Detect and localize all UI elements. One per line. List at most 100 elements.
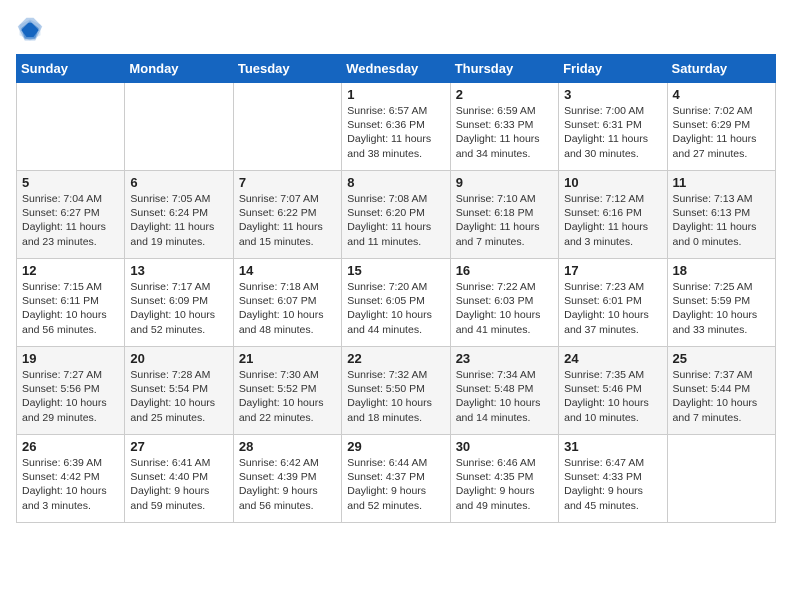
weekday-header: Thursday <box>450 55 558 83</box>
calendar-cell: 22 Sunrise: 7:32 AMSunset: 5:50 PMDayligh… <box>342 347 450 435</box>
day-details: Sunrise: 7:27 AMSunset: 5:56 PMDaylight:… <box>22 369 107 424</box>
day-details: Sunrise: 7:30 AMSunset: 5:52 PMDaylight:… <box>239 369 324 424</box>
day-number: 16 <box>456 263 553 278</box>
page-header <box>16 16 776 44</box>
calendar-cell: 15 Sunrise: 7:20 AMSunset: 6:05 PMDayligh… <box>342 259 450 347</box>
calendar-cell: 1Sunrise: 6:57 AMSunset: 6:36 PMDaylight… <box>342 83 450 171</box>
calendar-body: 1Sunrise: 6:57 AMSunset: 6:36 PMDaylight… <box>17 83 776 523</box>
day-number: 12 <box>22 263 119 278</box>
day-number: 11 <box>673 175 770 190</box>
calendar-header: SundayMondayTuesdayWednesdayThursdayFrid… <box>17 55 776 83</box>
day-number: 25 <box>673 351 770 366</box>
day-details: Sunrise: 7:37 AMSunset: 5:44 PMDaylight:… <box>673 369 758 424</box>
day-details: Sunrise: 6:59 AMSunset: 6:33 PMDaylight:… <box>456 105 540 160</box>
day-details: Sunrise: 7:10 AMSunset: 6:18 PMDaylight:… <box>456 193 540 248</box>
day-number: 7 <box>239 175 336 190</box>
calendar-cell: 10 Sunrise: 7:12 AMSunset: 6:16 PMDayligh… <box>559 171 667 259</box>
day-number: 19 <box>22 351 119 366</box>
calendar-cell: 27 Sunrise: 6:41 AMSunset: 4:40 PMDayligh… <box>125 435 233 523</box>
day-number: 27 <box>130 439 227 454</box>
weekday-header: Friday <box>559 55 667 83</box>
calendar-cell: 9 Sunrise: 7:10 AMSunset: 6:18 PMDaylight… <box>450 171 558 259</box>
day-details: Sunrise: 7:32 AMSunset: 5:50 PMDaylight:… <box>347 369 432 424</box>
day-number: 13 <box>130 263 227 278</box>
calendar-cell: 18 Sunrise: 7:25 AMSunset: 5:59 PMDayligh… <box>667 259 775 347</box>
day-number: 4 <box>673 87 770 102</box>
day-number: 23 <box>456 351 553 366</box>
day-details: Sunrise: 7:00 AMSunset: 6:31 PMDaylight:… <box>564 105 648 160</box>
calendar-week-row: 26 Sunrise: 6:39 AMSunset: 4:42 PMDayligh… <box>17 435 776 523</box>
day-details: Sunrise: 7:25 AMSunset: 5:59 PMDaylight:… <box>673 281 758 336</box>
day-number: 15 <box>347 263 444 278</box>
calendar-cell: 28Sunrise: 6:42 AMSunset: 4:39 PMDayligh… <box>233 435 341 523</box>
calendar-week-row: 19 Sunrise: 7:27 AMSunset: 5:56 PMDayligh… <box>17 347 776 435</box>
day-details: Sunrise: 7:17 AMSunset: 6:09 PMDaylight:… <box>130 281 215 336</box>
day-number: 5 <box>22 175 119 190</box>
day-number: 17 <box>564 263 661 278</box>
day-number: 28 <box>239 439 336 454</box>
day-details: Sunrise: 7:34 AMSunset: 5:48 PMDaylight:… <box>456 369 541 424</box>
weekday-header: Monday <box>125 55 233 83</box>
calendar-cell: 7 Sunrise: 7:07 AMSunset: 6:22 PMDaylight… <box>233 171 341 259</box>
calendar-cell: 13 Sunrise: 7:17 AMSunset: 6:09 PMDayligh… <box>125 259 233 347</box>
calendar-cell: 26 Sunrise: 6:39 AMSunset: 4:42 PMDayligh… <box>17 435 125 523</box>
calendar-cell: 12Sunrise: 7:15 AMSunset: 6:11 PMDayligh… <box>17 259 125 347</box>
day-number: 14 <box>239 263 336 278</box>
calendar-table: SundayMondayTuesdayWednesdayThursdayFrid… <box>16 54 776 523</box>
day-number: 26 <box>22 439 119 454</box>
calendar-cell: 29 Sunrise: 6:44 AMSunset: 4:37 PMDayligh… <box>342 435 450 523</box>
day-details: Sunrise: 7:02 AMSunset: 6:29 PMDaylight:… <box>673 105 757 160</box>
day-details: Sunrise: 6:41 AMSunset: 4:40 PMDaylight:… <box>130 457 210 512</box>
calendar-cell: 24 Sunrise: 7:35 AMSunset: 5:46 PMDayligh… <box>559 347 667 435</box>
day-number: 18 <box>673 263 770 278</box>
weekday-header: Saturday <box>667 55 775 83</box>
day-number: 30 <box>456 439 553 454</box>
calendar-cell: 3 Sunrise: 7:00 AMSunset: 6:31 PMDaylight… <box>559 83 667 171</box>
calendar-cell: 21 Sunrise: 7:30 AMSunset: 5:52 PMDayligh… <box>233 347 341 435</box>
day-number: 24 <box>564 351 661 366</box>
calendar-cell: 17 Sunrise: 7:23 AMSunset: 6:01 PMDayligh… <box>559 259 667 347</box>
day-details: Sunrise: 6:57 AMSunset: 6:36 PMDaylight:… <box>347 105 431 160</box>
calendar-cell: 5 Sunrise: 7:04 AMSunset: 6:27 PMDaylight… <box>17 171 125 259</box>
calendar-cell: 30 Sunrise: 6:46 AMSunset: 4:35 PMDayligh… <box>450 435 558 523</box>
day-details: Sunrise: 7:20 AMSunset: 6:05 PMDaylight:… <box>347 281 432 336</box>
day-number: 10 <box>564 175 661 190</box>
weekday-header: Wednesday <box>342 55 450 83</box>
calendar-cell: 4 Sunrise: 7:02 AMSunset: 6:29 PMDaylight… <box>667 83 775 171</box>
calendar-cell: 8Sunrise: 7:08 AMSunset: 6:20 PMDaylight… <box>342 171 450 259</box>
day-details: Sunrise: 7:07 AMSunset: 6:22 PMDaylight:… <box>239 193 323 248</box>
day-details: Sunrise: 6:46 AMSunset: 4:35 PMDaylight:… <box>456 457 536 512</box>
day-number: 3 <box>564 87 661 102</box>
day-details: Sunrise: 7:13 AMSunset: 6:13 PMDaylight:… <box>673 193 757 248</box>
day-details: Sunrise: 7:35 AMSunset: 5:46 PMDaylight:… <box>564 369 649 424</box>
day-details: Sunrise: 7:12 AMSunset: 6:16 PMDaylight:… <box>564 193 648 248</box>
day-details: Sunrise: 7:04 AMSunset: 6:27 PMDaylight:… <box>22 193 106 248</box>
calendar-week-row: 5 Sunrise: 7:04 AMSunset: 6:27 PMDaylight… <box>17 171 776 259</box>
logo-icon <box>16 16 44 44</box>
day-number: 6 <box>130 175 227 190</box>
day-number: 21 <box>239 351 336 366</box>
day-details: Sunrise: 7:05 AMSunset: 6:24 PMDaylight:… <box>130 193 214 248</box>
calendar-cell: 20Sunrise: 7:28 AMSunset: 5:54 PMDayligh… <box>125 347 233 435</box>
calendar-cell <box>125 83 233 171</box>
weekday-header: Sunday <box>17 55 125 83</box>
day-details: Sunrise: 6:47 AMSunset: 4:33 PMDaylight:… <box>564 457 644 512</box>
day-number: 9 <box>456 175 553 190</box>
calendar-cell: 14Sunrise: 7:18 AMSunset: 6:07 PMDayligh… <box>233 259 341 347</box>
calendar-cell: 6 Sunrise: 7:05 AMSunset: 6:24 PMDaylight… <box>125 171 233 259</box>
day-number: 2 <box>456 87 553 102</box>
calendar-cell <box>667 435 775 523</box>
calendar-cell: 31 Sunrise: 6:47 AMSunset: 4:33 PMDayligh… <box>559 435 667 523</box>
day-number: 31 <box>564 439 661 454</box>
day-number: 22 <box>347 351 444 366</box>
weekday-header: Tuesday <box>233 55 341 83</box>
logo <box>16 16 48 44</box>
calendar-cell: 19 Sunrise: 7:27 AMSunset: 5:56 PMDayligh… <box>17 347 125 435</box>
day-number: 29 <box>347 439 444 454</box>
day-details: Sunrise: 7:08 AMSunset: 6:20 PMDaylight:… <box>347 193 431 248</box>
calendar-cell: 25 Sunrise: 7:37 AMSunset: 5:44 PMDayligh… <box>667 347 775 435</box>
day-details: Sunrise: 6:39 AMSunset: 4:42 PMDaylight:… <box>22 457 107 512</box>
day-details: Sunrise: 7:23 AMSunset: 6:01 PMDaylight:… <box>564 281 649 336</box>
weekday-row: SundayMondayTuesdayWednesdayThursdayFrid… <box>17 55 776 83</box>
day-details: Sunrise: 6:44 AMSunset: 4:37 PMDaylight:… <box>347 457 427 512</box>
